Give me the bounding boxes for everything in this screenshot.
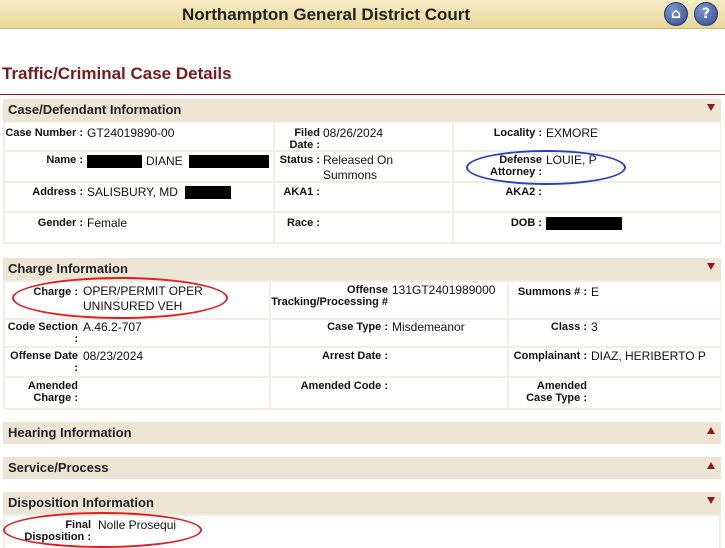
status-cell: Status : Released On Summons xyxy=(275,152,452,182)
offense-date-cell: Offense Date : 08/23/2024 xyxy=(5,348,269,376)
code-section-value: A.46.2-707 xyxy=(83,320,142,334)
case-type-label: Case Type : xyxy=(327,321,388,333)
locality-value: EXMORE xyxy=(546,126,599,140)
annotation-oval-blue xyxy=(466,150,626,185)
court-name: Northampton General District Court xyxy=(181,5,471,24)
case-number-value: GT24019890-00 xyxy=(87,126,175,140)
hearing-section-title: Hearing Information xyxy=(8,425,132,440)
dob-cell: DOB : xyxy=(454,213,720,242)
class-cell: Class : 3 xyxy=(509,320,720,346)
disposition-section-title: Disposition Information xyxy=(8,495,154,510)
status-label: Status : xyxy=(279,154,320,166)
arrest-date-label: Arrest Date : xyxy=(321,350,388,362)
gender-label: Gender : xyxy=(37,217,83,229)
aka1-cell: AKA1 : xyxy=(275,183,452,211)
filed-date-value: 08/26/2024 xyxy=(323,126,384,140)
filed-date-label: Filed Date : xyxy=(289,127,320,151)
help-icon[interactable]: ? xyxy=(694,2,718,26)
summons-cell: Summons # : E xyxy=(509,282,720,318)
gender-value: Female xyxy=(87,216,128,230)
collapse-arrow-icon[interactable] xyxy=(707,104,715,111)
redaction-bar xyxy=(185,186,231,199)
aka2-cell: AKA2 : xyxy=(454,183,720,211)
expand-arrow-icon[interactable] xyxy=(707,462,715,469)
amended-charge-label: Amended Charge : xyxy=(27,380,78,404)
address-cell: Address : SALISBURY, MD xyxy=(5,183,273,211)
dob-label: DOB : xyxy=(510,217,542,229)
annotation-oval-red xyxy=(3,512,202,548)
aka2-label: AKA2 : xyxy=(505,186,542,198)
redaction-bar xyxy=(87,155,142,168)
address-label: Address : xyxy=(32,186,83,198)
class-value: 3 xyxy=(591,320,598,334)
locality-cell: Locality : EXMORE xyxy=(454,123,720,150)
offense-tracking-cell: Offense Tracking/Processing # 131GT24019… xyxy=(271,282,507,318)
amended-code-label: Amended Code : xyxy=(300,380,388,392)
case-number-label: Case Number : xyxy=(5,127,83,139)
amended-code-cell: Amended Code : xyxy=(271,378,507,408)
redaction-bar xyxy=(189,155,269,168)
case-type-value: Misdemeanor xyxy=(392,320,465,334)
title-divider xyxy=(0,94,725,95)
service-section-header[interactable]: Service/Process xyxy=(3,457,721,479)
redaction-bar xyxy=(546,217,622,230)
complainant-value: DIAZ, HERIBERTO P xyxy=(591,349,706,363)
locality-label: Locality : xyxy=(493,127,542,139)
service-section-title: Service/Process xyxy=(8,460,109,475)
hearing-section-header[interactable]: Hearing Information xyxy=(3,422,721,444)
name-middle-value: DIANE xyxy=(146,154,183,168)
summons-label: Summons # : xyxy=(517,286,587,298)
annotation-oval-red xyxy=(12,277,228,319)
address-value: SALISBURY, MD xyxy=(87,185,178,199)
race-label: Race : xyxy=(286,217,320,229)
header-bar: Northampton General District Court ⌂ ? xyxy=(0,0,725,29)
amended-case-type-label: Amended Case Type : xyxy=(526,380,587,404)
summons-value: E xyxy=(591,285,600,299)
complainant-label: Complainant : xyxy=(513,350,587,362)
complainant-cell: Complainant : DIAZ, HERIBERTO P xyxy=(509,348,720,376)
collapse-arrow-icon[interactable] xyxy=(707,263,715,270)
code-section-label: Code Section : xyxy=(7,321,78,345)
name-cell: Name : DIANE xyxy=(5,152,273,181)
collapse-arrow-icon[interactable] xyxy=(707,497,715,504)
expand-arrow-icon[interactable] xyxy=(707,427,715,434)
race-cell: Race : xyxy=(275,213,452,242)
class-label: Class : xyxy=(550,321,587,333)
charge-section-title: Charge Information xyxy=(8,261,128,276)
name-label: Name : xyxy=(46,154,83,166)
disposition-section-header[interactable]: Disposition Information xyxy=(3,492,721,514)
gender-cell: Gender : Female xyxy=(5,213,273,242)
offense-date-value: 08/23/2024 xyxy=(83,349,144,363)
page-title: Traffic/Criminal Case Details xyxy=(2,64,232,83)
case-panel: Case Number : GT24019890-00 Filed Date :… xyxy=(3,121,721,244)
case-section-header[interactable]: Case/Defendant Information xyxy=(3,99,721,121)
amended-case-type-cell: Amended Case Type : xyxy=(509,378,720,408)
case-number-cell: Case Number : GT24019890-00 xyxy=(5,123,273,150)
arrest-date-cell: Arrest Date : xyxy=(271,348,507,376)
offense-date-label: Offense Date : xyxy=(10,350,78,374)
aka1-label: AKA1 : xyxy=(283,186,320,198)
status-value: Released On Summons xyxy=(323,153,394,182)
home-icon[interactable]: ⌂ xyxy=(664,2,688,26)
offense-tracking-value: 131GT2401989000 xyxy=(392,283,496,297)
amended-charge-cell: Amended Charge : xyxy=(5,378,269,408)
offense-tracking-label: Offense Tracking/Processing # xyxy=(271,284,388,308)
case-type-cell: Case Type : Misdemeanor xyxy=(271,320,507,346)
filed-date-cell: Filed Date : 08/26/2024 xyxy=(275,123,452,151)
code-section-cell: Code Section : A.46.2-707 xyxy=(5,320,269,346)
case-section-title: Case/Defendant Information xyxy=(8,102,182,117)
